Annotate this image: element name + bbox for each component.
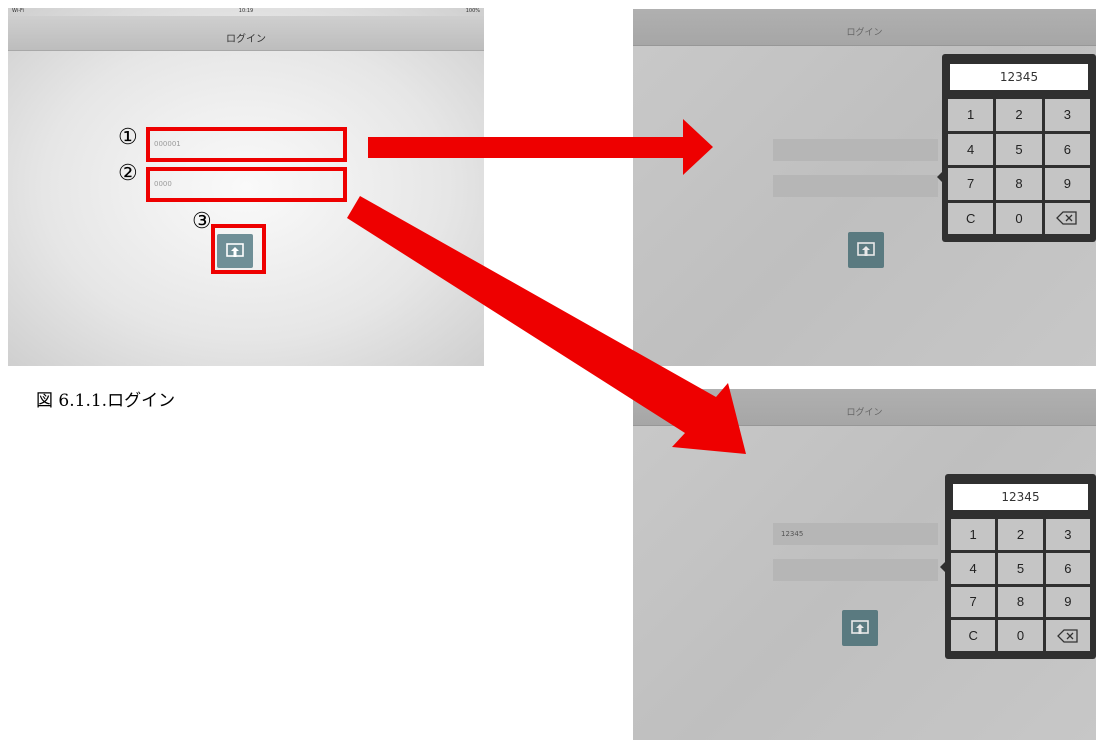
password-field[interactable]: [773, 559, 938, 581]
key-2[interactable]: 2: [996, 99, 1042, 131]
key-6[interactable]: 6: [1044, 133, 1090, 165]
key-clear[interactable]: C: [948, 202, 994, 234]
marker-1: ①: [118, 125, 138, 150]
password-field[interactable]: [773, 175, 938, 197]
popover-caret: [937, 172, 942, 182]
key-7[interactable]: 7: [951, 586, 996, 618]
page-title: ログイン: [846, 28, 883, 38]
key-5[interactable]: 5: [998, 552, 1043, 584]
key-1[interactable]: 1: [951, 519, 996, 550]
backspace-icon: [1056, 211, 1077, 225]
login-upload-icon: [857, 242, 875, 256]
backspace-icon: [1056, 628, 1078, 643]
key-4[interactable]: 4: [948, 133, 994, 165]
keypad-display: 12345: [950, 64, 1088, 90]
key-8[interactable]: 8: [996, 168, 1042, 200]
nav-bar: ログイン: [633, 9, 1096, 46]
marker-3: ③: [192, 209, 212, 234]
highlight-password: [146, 167, 347, 202]
marker-2: ②: [118, 161, 138, 186]
status-bar: Wi-Fi 10:19 100%: [8, 8, 484, 16]
key-3[interactable]: 3: [1044, 99, 1090, 131]
key-backspace[interactable]: [1044, 202, 1090, 234]
keypad-grid: 1 2 3 4 5 6 7 8 9 C 0: [951, 519, 1090, 651]
keypad-display: 12345: [953, 484, 1088, 510]
user-id-field[interactable]: [773, 139, 938, 161]
key-0[interactable]: 0: [996, 202, 1042, 234]
nav-bar: ログイン: [633, 389, 1096, 426]
page-title: ログイン: [846, 408, 883, 418]
login-upload-icon: [851, 620, 869, 634]
key-1[interactable]: 1: [948, 99, 994, 131]
figure-caption: 図 6.1.1.ログイン: [36, 391, 176, 411]
key-8[interactable]: 8: [998, 586, 1043, 618]
key-4[interactable]: 4: [951, 552, 996, 584]
login-button[interactable]: [842, 610, 878, 646]
numeric-keypad-popover: 12345 1 2 3 4 5 6 7 8 9 C 0: [940, 474, 1096, 659]
status-time: 10:19: [238, 8, 254, 14]
key-7[interactable]: 7: [948, 168, 994, 200]
key-5[interactable]: 5: [996, 133, 1042, 165]
status-battery: 100%: [465, 8, 480, 14]
user-id-field[interactable]: 12345: [773, 523, 938, 545]
login-button[interactable]: [848, 232, 884, 268]
key-backspace[interactable]: [1045, 620, 1090, 651]
key-2[interactable]: 2: [998, 519, 1043, 550]
keypad-grid: 1 2 3 4 5 6 7 8 9 C 0: [948, 99, 1090, 234]
popover-caret: [940, 562, 945, 572]
page-title: ログイン: [226, 34, 266, 45]
keypad-screenshot-password: ログイン 12345 12345 1 2 3 4 5 6 7 8 9 C 0: [633, 389, 1096, 740]
keypad-screenshot-user-id: ログイン 12345 1 2 3 4 5 6 7 8 9 C 0: [633, 9, 1096, 366]
key-9[interactable]: 9: [1044, 168, 1090, 200]
key-9[interactable]: 9: [1045, 586, 1090, 618]
key-6[interactable]: 6: [1045, 552, 1090, 584]
nav-bar: ログイン: [8, 16, 484, 51]
key-clear[interactable]: C: [951, 620, 996, 651]
highlight-user-id: [146, 127, 347, 162]
key-3[interactable]: 3: [1045, 519, 1090, 550]
highlight-login-button: [211, 224, 266, 274]
numeric-keypad-popover: 12345 1 2 3 4 5 6 7 8 9 C 0: [937, 54, 1096, 242]
key-0[interactable]: 0: [998, 620, 1043, 651]
